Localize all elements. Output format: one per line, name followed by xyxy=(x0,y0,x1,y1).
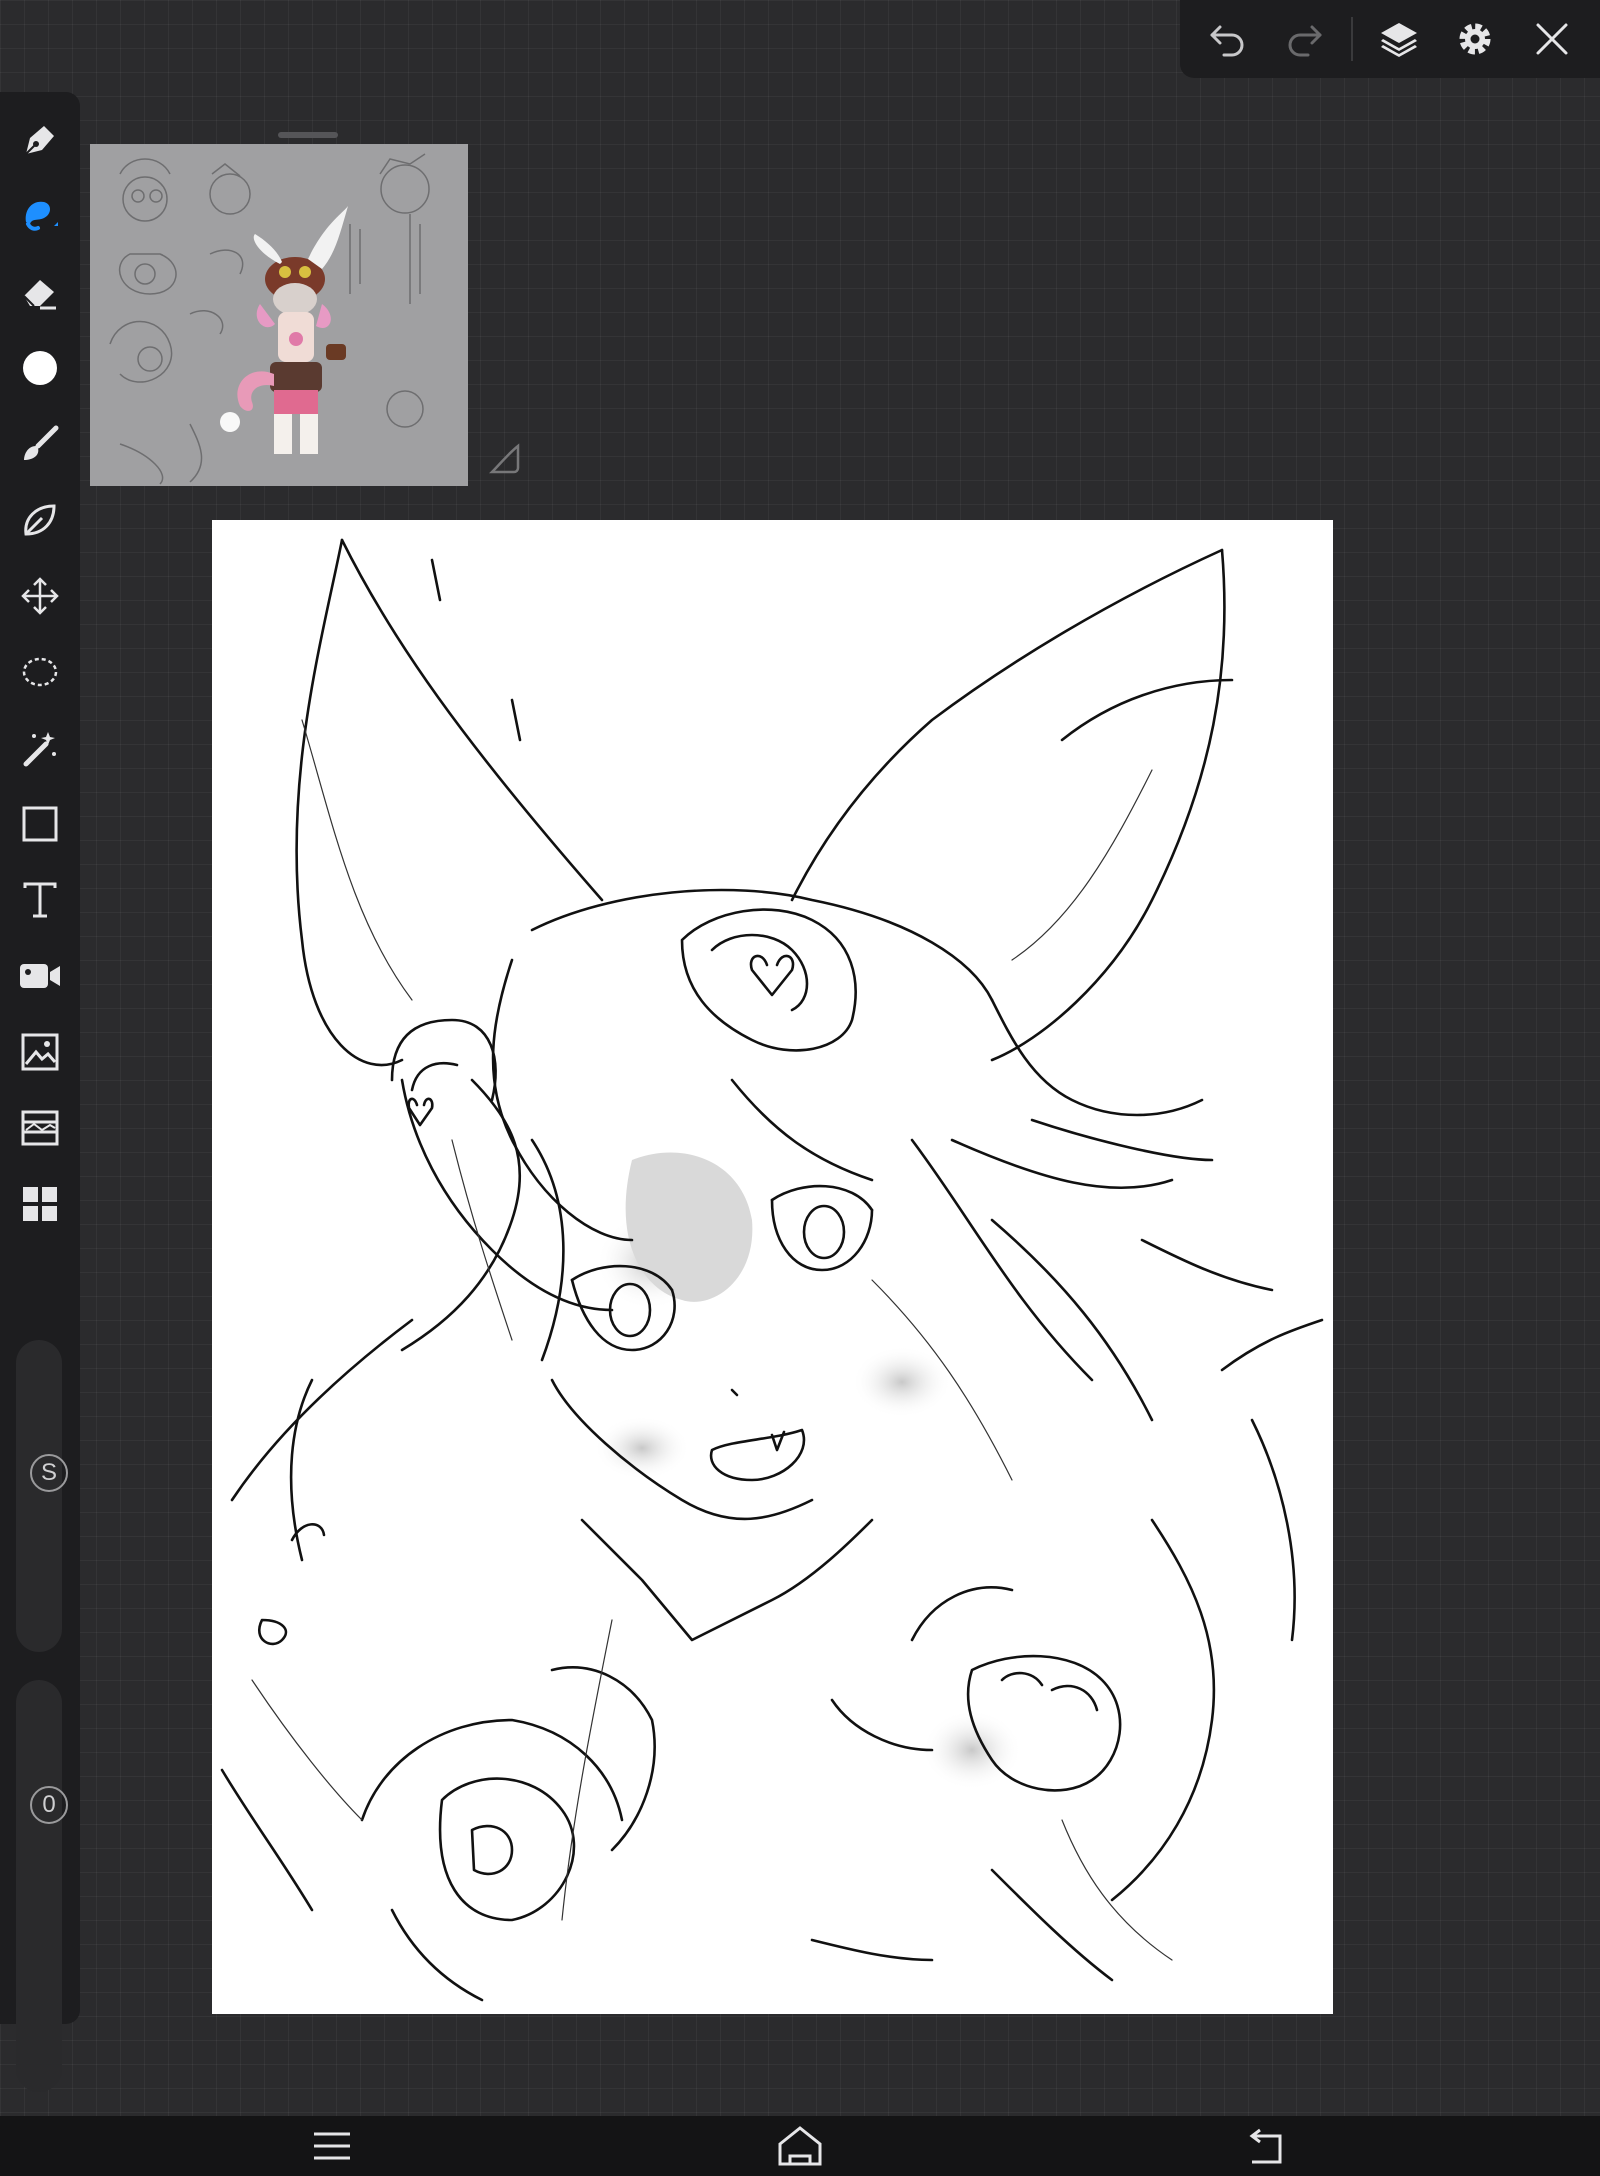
redo-button[interactable] xyxy=(1274,9,1334,69)
color-circle-icon xyxy=(23,351,57,385)
grid-icon xyxy=(23,1187,57,1221)
gallery-tool[interactable] xyxy=(10,1174,70,1234)
text-icon xyxy=(23,882,57,918)
layers-button[interactable] xyxy=(1369,9,1429,69)
menu-button[interactable] xyxy=(302,2122,362,2170)
color-picker[interactable] xyxy=(10,338,70,398)
brush-opacity-slider[interactable]: 0 xyxy=(16,1680,68,2092)
filter-tool[interactable] xyxy=(10,1098,70,1158)
home-icon xyxy=(778,2126,822,2166)
redo-icon xyxy=(1288,25,1322,57)
brush-icon xyxy=(25,201,58,231)
move-arrows-icon xyxy=(21,577,59,615)
layers-icon xyxy=(1381,23,1418,57)
brush-size-slider[interactable]: S xyxy=(16,1340,68,1652)
filter-icon xyxy=(21,1110,59,1146)
magic-wand-tool[interactable] xyxy=(10,718,70,778)
smudge-tool[interactable] xyxy=(10,414,70,474)
image-import-tool[interactable] xyxy=(10,1022,70,1082)
brush-tool[interactable] xyxy=(10,186,70,246)
drawing-canvas[interactable] xyxy=(212,520,1333,2014)
back-button[interactable] xyxy=(1236,2122,1296,2170)
settings-icon xyxy=(1459,23,1491,55)
video-camera-icon xyxy=(20,964,60,988)
back-icon xyxy=(1249,2128,1282,2164)
smudge-icon xyxy=(24,425,59,460)
pen-tool[interactable] xyxy=(10,110,70,170)
text-tool[interactable] xyxy=(10,870,70,930)
image-icon xyxy=(21,1033,59,1071)
close-icon xyxy=(1536,23,1568,55)
top-bar xyxy=(1180,0,1600,78)
liquify-tool[interactable] xyxy=(10,490,70,550)
home-button[interactable] xyxy=(770,2122,830,2170)
magic-wand-icon xyxy=(23,732,56,767)
brush-size-handle[interactable]: S xyxy=(30,1454,68,1492)
eraser-tool[interactable] xyxy=(10,262,70,322)
resize-corner-handle[interactable] xyxy=(488,442,522,476)
reference-image xyxy=(90,144,468,486)
brush-opacity-handle[interactable]: 0 xyxy=(30,1786,68,1824)
resize-corner-icon xyxy=(488,443,520,474)
eraser-icon xyxy=(23,280,56,310)
lasso-icon xyxy=(22,657,58,687)
undo-icon xyxy=(1210,25,1244,57)
system-navigation-bar xyxy=(0,2116,1600,2176)
close-button[interactable] xyxy=(1522,9,1582,69)
menu-icon xyxy=(314,2132,350,2160)
reference-drag-handle[interactable] xyxy=(278,132,338,138)
transform-tool[interactable] xyxy=(10,566,70,626)
lasso-select-tool[interactable] xyxy=(10,642,70,702)
settings-button[interactable] xyxy=(1445,9,1505,69)
leaf-icon xyxy=(24,504,56,536)
undo-button[interactable] xyxy=(1198,9,1258,69)
video-tool[interactable] xyxy=(10,946,70,1006)
sketch-artwork xyxy=(220,538,1324,2002)
reference-panel[interactable] xyxy=(88,120,528,490)
pen-icon xyxy=(25,126,54,155)
left-toolbar: S 0 xyxy=(0,92,80,2092)
rectangle-icon xyxy=(22,806,58,842)
divider xyxy=(1350,17,1353,61)
shape-tool[interactable] xyxy=(10,794,70,854)
